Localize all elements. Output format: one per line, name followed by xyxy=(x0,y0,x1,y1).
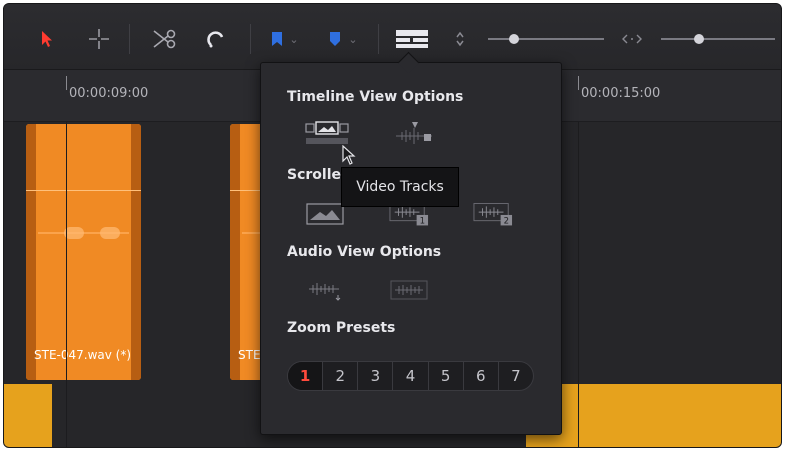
audio-width-icon[interactable] xyxy=(618,26,646,52)
zoom-preset-4[interactable]: 4 xyxy=(392,362,427,390)
timecode-label: 00:00:15:00 xyxy=(581,86,661,101)
snapping-magnet-icon[interactable] xyxy=(202,26,230,52)
tooltip: Video Tracks xyxy=(341,167,459,207)
scroller-badge: 2 xyxy=(504,217,509,227)
timeline-window: ⌄ ⌄ 00:00:09:00 00:00:15:00 STE-047.wav … xyxy=(3,3,782,448)
zoom-preset-2[interactable]: 2 xyxy=(322,362,357,390)
pointer-arrow-icon[interactable] xyxy=(34,26,60,52)
audio-waveform-overlay-toggle[interactable] xyxy=(389,277,429,303)
timeline-view-options-heading: Timeline View Options xyxy=(287,89,464,105)
audio-track-display-toggle[interactable] xyxy=(389,121,439,147)
audio-clip[interactable]: STE-047.wav (*) xyxy=(26,124,141,380)
audio-tracks-icon xyxy=(396,122,432,144)
scroller-badge: 1 xyxy=(420,217,425,227)
timeline-toolbar: ⌄ ⌄ xyxy=(4,4,781,70)
video-tracks-icon xyxy=(305,121,349,144)
zoom-preset-1[interactable]: 1 xyxy=(288,362,323,390)
zoom-preset-3[interactable]: 3 xyxy=(357,362,392,390)
flag-dropdown[interactable]: ⌄ xyxy=(264,26,306,52)
width-slider[interactable] xyxy=(659,26,777,52)
scroller-image-toggle[interactable] xyxy=(305,201,345,227)
timeline-view-options-popup: Timeline View Options Scroller 1 2 Audio… xyxy=(260,62,562,435)
timeline-view-options-icon[interactable] xyxy=(392,26,432,52)
zoom-preset-5[interactable]: 5 xyxy=(427,362,463,390)
clip-name: STE-047.wav (*) xyxy=(34,348,132,362)
zoom-presets-control: 1 2 3 4 5 6 7 xyxy=(287,361,534,391)
waveform-icon xyxy=(390,280,428,300)
zoom-preset-6[interactable]: 6 xyxy=(462,362,498,390)
scroller-heading: Scroller xyxy=(287,167,348,183)
audio-clip[interactable] xyxy=(4,384,52,447)
audio-view-options-heading: Audio View Options xyxy=(287,244,442,260)
chevron-down-icon: ⌄ xyxy=(348,32,358,46)
chevron-down-icon: ⌄ xyxy=(289,32,299,46)
zoom-slider[interactable] xyxy=(486,26,606,52)
stepper-icon[interactable] xyxy=(450,26,470,52)
marker-dropdown[interactable]: ⌄ xyxy=(320,26,366,52)
timecode-label: 00:00:09:00 xyxy=(69,86,149,101)
waveform-icon xyxy=(309,283,341,301)
image-icon xyxy=(306,203,344,225)
mouse-cursor-icon xyxy=(342,145,356,165)
video-tracks-toggle[interactable] xyxy=(303,121,353,147)
scissors-icon[interactable] xyxy=(148,26,182,52)
waveform-icon: 2 xyxy=(473,203,513,227)
audio-clip[interactable] xyxy=(526,384,781,447)
blade-crosshair-icon[interactable] xyxy=(84,26,114,52)
marker-icon xyxy=(330,32,341,46)
zoom-preset-7[interactable]: 7 xyxy=(497,362,533,390)
zoom-presets-heading: Zoom Presets xyxy=(287,320,396,336)
audio-waveform-toggle[interactable] xyxy=(305,277,345,303)
scroller-waveform-2-toggle[interactable]: 2 xyxy=(473,201,513,227)
clip-name: STE xyxy=(238,348,261,362)
flag-icon xyxy=(272,32,283,46)
